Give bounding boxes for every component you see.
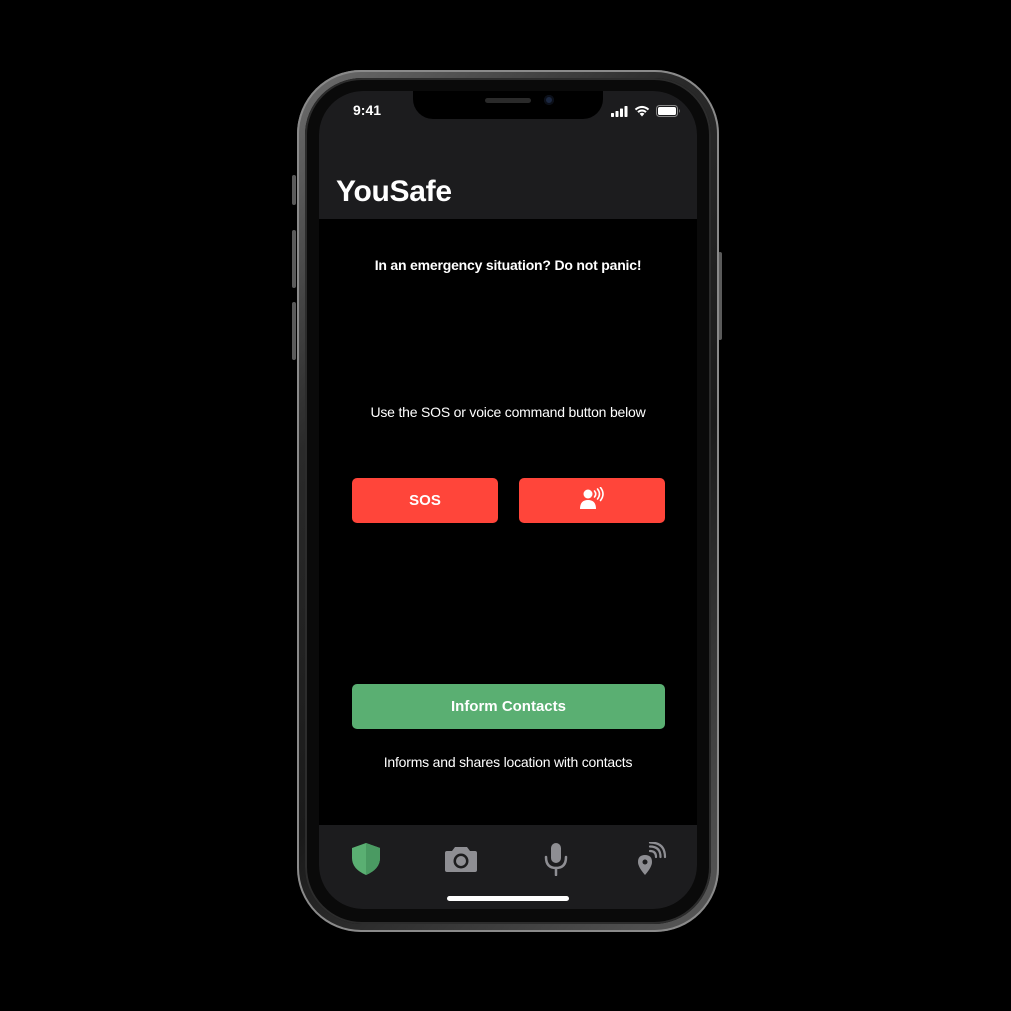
home-indicator[interactable] [447, 896, 569, 901]
tab-safety[interactable] [346, 841, 386, 881]
volume-down-button [292, 302, 296, 360]
volume-up-button [292, 230, 296, 288]
page-title: YouSafe [336, 175, 452, 208]
status-time: 9:41 [353, 102, 382, 118]
sos-button[interactable]: SOS [352, 478, 498, 523]
inform-contacts-button[interactable]: Inform Contacts [352, 684, 665, 729]
stage: 9:41 YouSafe In an emergency situation? … [0, 0, 1011, 1011]
tab-location-share[interactable] [631, 840, 671, 881]
wifi-icon [634, 104, 650, 122]
inform-caption: Informs and shares location with contact… [383, 754, 633, 770]
phone-screen: 9:41 YouSafe In an emergency situation? … [319, 91, 697, 909]
instruction-text: Use the SOS or voice command button belo… [370, 404, 646, 420]
voice-command-icon [579, 486, 605, 515]
shield-icon [351, 842, 381, 881]
camera-icon [444, 845, 478, 878]
emergency-prompt: In an emergency situation? Do not panic! [374, 257, 642, 273]
tab-camera[interactable] [441, 841, 481, 881]
sos-button-label: SOS [409, 492, 441, 509]
cellular-signal-icon [611, 104, 628, 122]
microphone-icon [543, 842, 569, 881]
silent-switch [292, 175, 296, 205]
front-camera [544, 95, 554, 105]
battery-icon [656, 104, 681, 122]
status-icons [611, 104, 681, 122]
tab-microphone[interactable] [536, 841, 576, 881]
voice-command-button[interactable] [519, 478, 665, 523]
location-broadcast-icon [635, 840, 667, 881]
speaker-grille [485, 98, 531, 103]
notch [413, 91, 603, 119]
inform-contacts-label: Inform Contacts [450, 698, 566, 715]
